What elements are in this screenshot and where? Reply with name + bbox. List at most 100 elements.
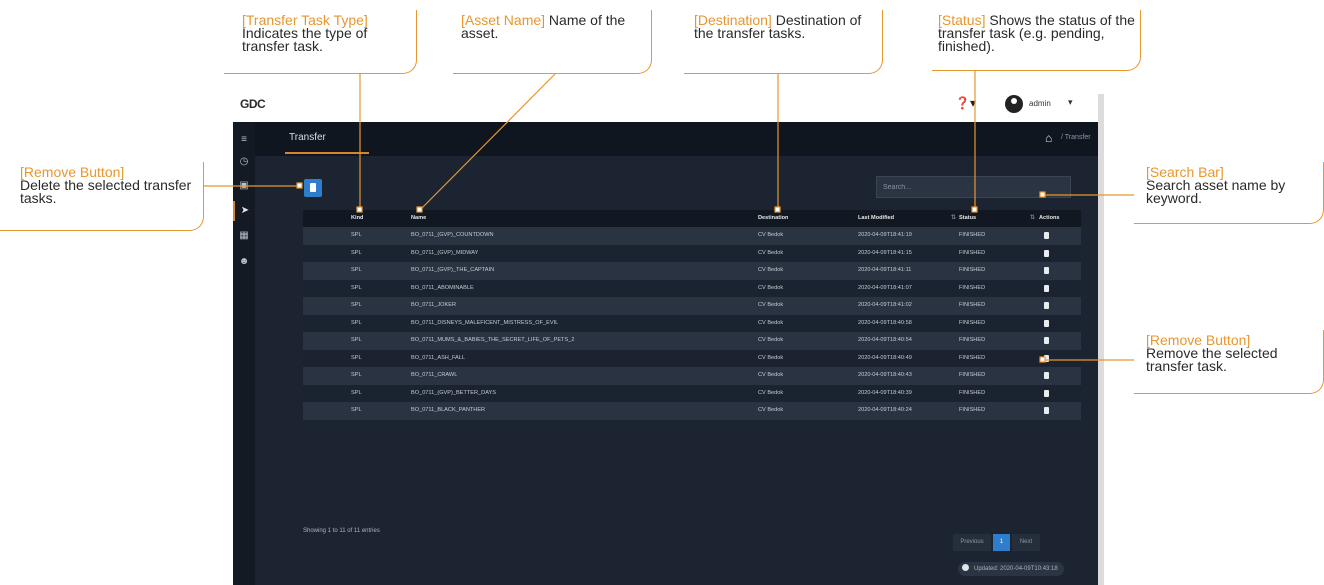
- cell-destination: CV Bedok: [758, 389, 784, 396]
- table-row[interactable]: SPL BO_0711_(GVP)_THE_CAPTAIN CV Bedok 2020…: [303, 262, 1081, 280]
- cell-last-modified: 2020-04-09T18:40:24: [858, 407, 912, 413]
- table-row[interactable]: SPL BO_0711_JOKER CV Bedok 2020-04-09T18:41…: [303, 297, 1081, 315]
- user-name[interactable]: admin: [1029, 99, 1051, 108]
- column-header-name[interactable]: Name: [411, 210, 426, 227]
- updated-badge: Updated: 2020-04-09T10:43:18: [958, 562, 1064, 576]
- home-icon[interactable]: ⌂: [1045, 131, 1052, 145]
- column-header-last-modified[interactable]: Last Modified: [858, 210, 894, 227]
- cell-status: FINISHED: [959, 337, 986, 343]
- column-header-actions: Actions: [1039, 215, 1060, 221]
- next-page-button[interactable]: Next: [1012, 534, 1040, 551]
- table-body: SPL BO_0711_(GVP)_COUNTDOWN CV Bedok 2020-0…: [303, 227, 1081, 420]
- gdc-logo[interactable]: GDC: [240, 97, 266, 111]
- trash-icon[interactable]: [1044, 407, 1049, 414]
- sidebar-item-transfer-icon[interactable]: ➤: [233, 201, 255, 221]
- menu-icon[interactable]: ≡: [233, 130, 255, 150]
- table-row[interactable]: SPL BO_0711_CRAWL CV Bedok 2020-04-09T18:40…: [303, 367, 1081, 385]
- search-input[interactable]: [876, 176, 1071, 198]
- cell-last-modified: 2020-04-09T18:40:58: [858, 319, 912, 326]
- table-row[interactable]: SPL BO_0711_ASH_FALL CV Bedok 2020-04-09T18…: [303, 349, 1081, 367]
- title-underline: [285, 152, 369, 154]
- help-icon[interactable]: ❓▾: [955, 96, 976, 110]
- cell-last-modified: 2020-04-09T18:40:54: [858, 337, 912, 343]
- column-header-destination[interactable]: Destination: [758, 210, 788, 227]
- callout-title: [Destination] Destination of the transfe…: [694, 13, 882, 40]
- sidebar-item-dashboard-clock-icon[interactable]: ◷: [233, 152, 255, 172]
- column-header-kind[interactable]: Kind: [351, 210, 363, 227]
- callout-destination: [Destination] Destination of the transfe…: [684, 10, 883, 74]
- callout-search-bar: [Search Bar] Search asset name by keywor…: [1134, 162, 1324, 224]
- trash-icon[interactable]: [1044, 267, 1049, 274]
- callout-description: Delete the selected transfer tasks.: [20, 177, 192, 206]
- trash-icon[interactable]: [1044, 337, 1049, 344]
- sort-icon[interactable]: ⇅: [951, 210, 956, 227]
- callout-description: Remove the selected transfer task.: [1146, 345, 1278, 374]
- cell-kind: SPL: [351, 372, 362, 378]
- cell-status: FINISHED: [959, 284, 986, 291]
- table-row[interactable]: SPL BO_0711_(GVP)_COUNTDOWN CV Bedok 2020-0…: [303, 227, 1081, 245]
- cell-name: BO_0711_(GVP)_THE_CAPTAIN: [411, 267, 495, 273]
- sort-icon[interactable]: ⇅: [1030, 210, 1035, 227]
- cell-kind: SPL: [351, 354, 362, 361]
- cell-status: FINISHED: [959, 389, 986, 396]
- cell-destination: CV Bedok: [758, 267, 784, 273]
- top-bar: GDC ❓▾ admin ▾: [233, 88, 1098, 123]
- cell-status: FINISHED: [959, 372, 986, 378]
- trash-icon[interactable]: [1044, 284, 1049, 292]
- chevron-down-icon[interactable]: ▾: [1068, 97, 1073, 108]
- trash-icon[interactable]: [1044, 354, 1049, 362]
- table-row[interactable]: SPL BO_0711_(GVP)_MIDWAY CV Bedok 2020-04-0…: [303, 244, 1081, 262]
- cell-destination: CV Bedok: [758, 302, 784, 308]
- remove-selected-button[interactable]: [304, 179, 322, 197]
- table-row[interactable]: SPL BO_0711_DISNEYS_MALEFICENT_MISTRESS_O…: [303, 314, 1081, 332]
- cell-name: BO_0711_MUMS_&_BABIES_THE_SECRET_LIFE_OF…: [411, 337, 575, 343]
- cell-kind: SPL: [351, 319, 362, 326]
- entries-info: Showing 1 to 11 of 11 entries: [303, 528, 380, 534]
- callout-remove-button-right: [Remove Button] Remove the selected tran…: [1134, 330, 1324, 394]
- table-row[interactable]: SPL BO_0711_MUMS_&_BABIES_THE_SECRET_LIFE…: [303, 332, 1081, 350]
- callout-transfer-task-type: [Transfer Task Type] Indicates the type …: [224, 10, 417, 74]
- cell-name: BO_0711_(GVP)_BETTER_DAYS: [411, 389, 496, 396]
- table-row[interactable]: SPL BO_0711_BLACK_PANTHER CV Bedok 2020-04-…: [303, 402, 1081, 420]
- sidebar-item-sites-icon[interactable]: ▦: [233, 226, 255, 246]
- table-row[interactable]: SPL BO_0711_ABOMINABLE CV Bedok 2020-04-09T…: [303, 279, 1081, 297]
- app-window: GDC ❓▾ admin ▾ ≡ ◷ ▣ ➤ ▦ ☻ Transfer ⌂ / …: [233, 88, 1098, 585]
- updated-text: Updated: 2020-04-09T10:43:18: [974, 566, 1058, 572]
- trash-icon[interactable]: [1044, 319, 1049, 327]
- cell-status: FINISHED: [959, 407, 986, 413]
- trash-icon[interactable]: [1044, 389, 1049, 397]
- page-1-button[interactable]: 1: [993, 534, 1010, 551]
- previous-page-button[interactable]: Previous: [953, 534, 991, 551]
- cell-destination: CV Bedok: [758, 284, 784, 291]
- callout-description: Search asset name by keyword.: [1146, 177, 1286, 206]
- cell-kind: SPL: [351, 389, 362, 396]
- cell-status: FINISHED: [959, 319, 986, 326]
- trash-icon[interactable]: [1044, 302, 1049, 309]
- column-header-status[interactable]: Status: [959, 210, 976, 227]
- callout-remove-button-left: [Remove Button] Delete the selected tran…: [0, 162, 204, 231]
- page-title: Transfer: [289, 132, 326, 143]
- sidebar-item-users-icon[interactable]: ☻: [233, 252, 255, 272]
- sidebar: ≡ ◷ ▣ ➤ ▦ ☻: [233, 122, 255, 585]
- trash-icon[interactable]: [1044, 232, 1049, 239]
- user-avatar-icon[interactable]: [1005, 95, 1023, 113]
- cell-destination: CV Bedok: [758, 372, 784, 378]
- cell-kind: SPL: [351, 337, 362, 343]
- callout-status: [Status] Shows the status of the transfe…: [932, 10, 1141, 71]
- sidebar-item-content-icon[interactable]: ▣: [233, 176, 255, 196]
- breadcrumb[interactable]: / Transfer: [1061, 134, 1091, 141]
- cell-destination: CV Bedok: [758, 407, 784, 413]
- cell-kind: SPL: [351, 232, 362, 238]
- cell-last-modified: 2020-04-09T18:41:07: [858, 284, 912, 291]
- table-row[interactable]: SPL BO_0711_(GVP)_BETTER_DAYS CV Bedok 2020…: [303, 384, 1081, 402]
- cell-status: FINISHED: [959, 249, 986, 256]
- trash-icon[interactable]: [1044, 372, 1049, 379]
- trash-icon[interactable]: [1044, 249, 1049, 257]
- cell-last-modified: 2020-04-09T18:41:19: [858, 232, 912, 238]
- cell-name: BO_0711_JOKER: [411, 302, 456, 308]
- cell-last-modified: 2020-04-09T18:41:15: [858, 249, 912, 256]
- cell-status: FINISHED: [959, 232, 986, 238]
- cell-destination: CV Bedok: [758, 354, 784, 361]
- cell-last-modified: 2020-04-09T18:41:02: [858, 302, 912, 308]
- cell-kind: SPL: [351, 249, 362, 256]
